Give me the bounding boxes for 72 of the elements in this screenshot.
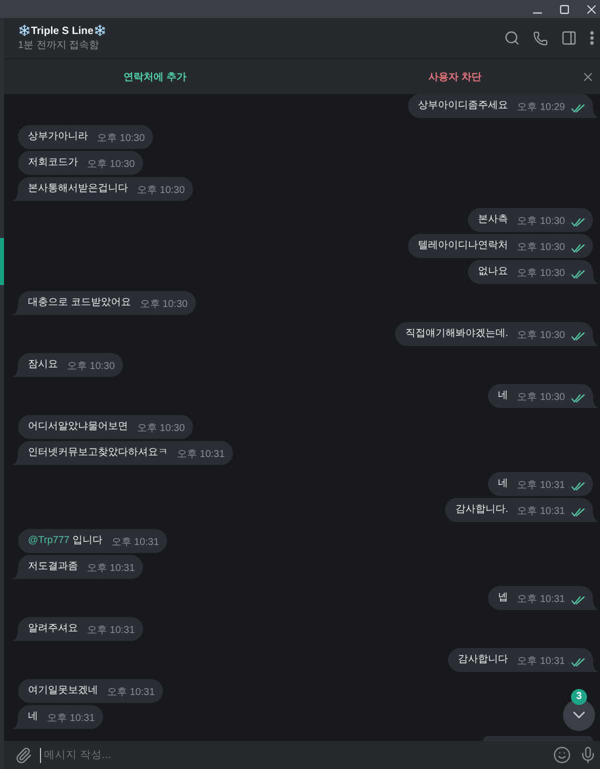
maximize-icon [560,4,568,14]
message-text: 네 [28,710,38,724]
message-time: 오후 10:31 [87,625,135,637]
message-time: 오후 10:30 [87,159,135,171]
mic-button[interactable] [579,746,597,764]
message-time: 오후 10:30 [140,299,188,311]
message-text: 넵 [498,591,508,605]
message-time: 오후 10:31 [517,656,565,668]
message-text: 없나요 [478,265,508,279]
message-text: 텔레아이디나연락처 [418,239,508,253]
message-composer[interactable]: 메시지 작성... [4,741,600,769]
microphone-icon [579,746,597,764]
message-text: 상부가아니라 [28,130,88,144]
maximize-button[interactable] [557,2,571,16]
unread-badge: 3 [571,689,587,705]
chat-status: 1분 전까지 접속함 [18,38,100,52]
side-panel-icon [561,30,577,46]
message-time: 오후 10:30 [137,423,185,435]
attach-button[interactable] [14,746,32,764]
message-time: 오후 10:30 [517,330,565,342]
message-text: 본사통해서받은겁니다 [28,182,128,196]
message-text: @Trp777 입니다 [28,534,102,548]
close-button[interactable] [584,2,598,16]
message-time: 오후 10:31 [517,594,565,606]
message-text: 저회코드가 [28,156,78,170]
scroll-down-button[interactable] [563,699,595,731]
message-time: 오후 10:30 [517,216,565,228]
message-time: 오후 10:30 [517,242,565,254]
message-text: 여기일못보겠네 [28,684,98,698]
message-time: 오후 10:30 [137,185,185,197]
message-text: 감사합니다. [455,503,508,517]
message-text: 대충으로 코드받았어요 [28,296,131,310]
search-icon [504,30,520,46]
message-time: 오후 10:30 [67,361,115,373]
action-button[interactable]: 사용자 차단 [330,62,580,90]
message-text: 네 [498,477,508,491]
mention-link[interactable]: @Trp777 [28,535,70,546]
paperclip-icon [14,746,32,764]
emoji-button[interactable] [553,746,571,764]
search-button[interactable] [504,30,520,46]
message-text: 상부아이디좀주세요 [418,99,508,113]
message-time: 오후 10:31 [107,687,155,699]
minimize-icon [532,12,542,14]
more-button[interactable] [590,30,594,46]
phone-icon [533,30,548,46]
message-text: 알려주셔요 [28,622,78,636]
message-text: 네 [498,389,508,403]
message-time: 오후 10:31 [517,480,565,492]
message-time: 오후 10:30 [517,392,565,404]
message-time: 오후 10:29 [517,102,565,114]
close-icon [586,4,596,14]
smile-icon [553,746,571,764]
scroll-thumb [0,238,4,285]
side-panel-button[interactable] [561,30,577,46]
message-text: 저도결과좀 [28,560,78,574]
message-time: 오후 10:31 [111,537,160,549]
message-time: 오후 10:30 [97,133,145,145]
more-icon [590,31,594,45]
message-time: 오후 10:30 [517,268,565,280]
message-text: 어디서알았냐물어보면 [28,420,128,434]
message-time: 오후 10:31 [87,563,135,575]
message-time: 오후 10:31 [177,449,225,461]
message-text: 잠시요 [28,358,58,372]
call-button[interactable] [533,30,548,46]
message-time: 오후 10:31 [517,506,565,518]
message-time: 오후 10:31 [47,713,95,725]
message-text: 인터넷커뮤보고찾았다하셔요ㅋ [28,446,168,460]
message-text: 본사측 [478,213,508,227]
message-text: 직접얘기해봐야겠는데. [405,327,508,341]
action-button[interactable]: 연락처에 추가 [10,62,300,90]
chat-title: ❄Triple S Line❄ [18,24,106,38]
message-text: 감사합니다 [458,653,508,667]
